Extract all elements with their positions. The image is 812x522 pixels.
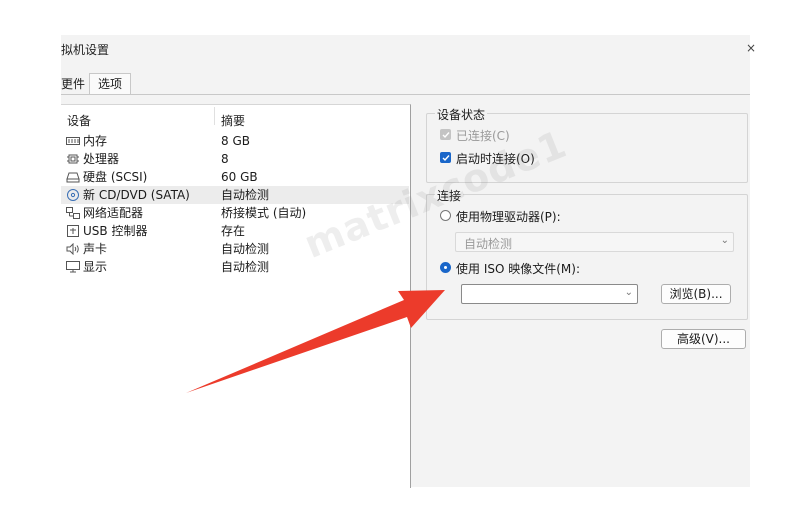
- annotation-arrow-icon: [186, 290, 445, 393]
